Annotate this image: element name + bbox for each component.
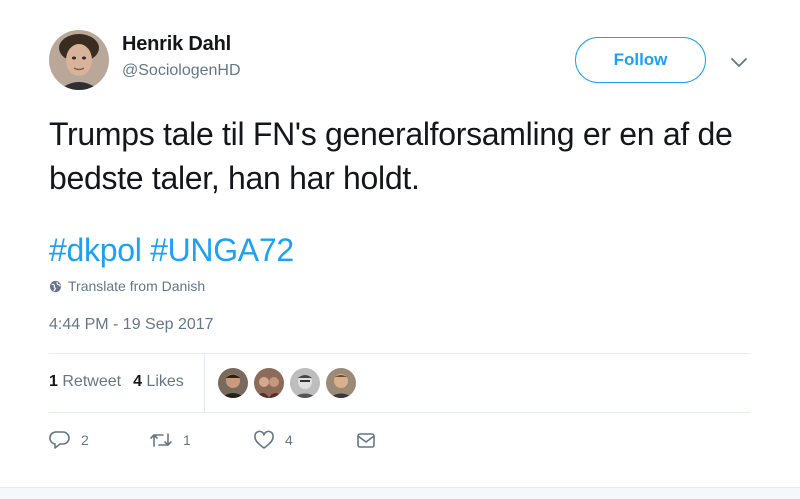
direct-message-action[interactable] bbox=[355, 430, 377, 450]
retweet-icon bbox=[150, 433, 172, 447]
retweets-label: Retweet bbox=[62, 373, 122, 390]
tweet-actions: 2 1 4 bbox=[49, 430, 377, 450]
like-count: 4 bbox=[285, 432, 293, 448]
envelope-icon bbox=[357, 433, 375, 448]
chevron-down-icon[interactable] bbox=[728, 52, 750, 72]
likes-stat[interactable]: 4 Likes bbox=[133, 373, 184, 391]
retweets-count: 1 bbox=[49, 373, 58, 390]
translate-label[interactable]: Translate from Danish bbox=[68, 278, 205, 294]
author-handle[interactable]: @SociologenHD bbox=[122, 62, 241, 80]
translate-link[interactable]: Translate from Danish bbox=[49, 278, 205, 294]
liker-avatar[interactable] bbox=[218, 368, 248, 398]
follow-button[interactable]: Follow bbox=[575, 37, 706, 83]
liker-avatar[interactable] bbox=[326, 368, 356, 398]
divider bbox=[49, 412, 750, 413]
heart-icon bbox=[254, 430, 274, 449]
liker-avatars bbox=[218, 368, 356, 398]
globe-icon bbox=[49, 280, 62, 292]
reply-action[interactable]: 2 bbox=[49, 430, 149, 450]
tweet-hashtags: #dkpol #UNGA72 bbox=[49, 228, 294, 272]
footer-bar bbox=[0, 487, 800, 499]
like-action[interactable]: 4 bbox=[253, 430, 355, 450]
tweet-card: Henrik Dahl @SociologenHD Follow Trumps … bbox=[0, 0, 800, 499]
engagement-stats: 1 Retweet 4 Likes bbox=[49, 373, 184, 391]
author-avatar[interactable] bbox=[49, 30, 109, 90]
reply-icon bbox=[49, 431, 70, 449]
divider bbox=[204, 354, 205, 412]
retweets-stat[interactable]: 1 Retweet bbox=[49, 373, 121, 391]
liker-avatar[interactable] bbox=[290, 368, 320, 398]
tweet-text: Trumps tale til FN's generalforsamling e… bbox=[49, 116, 733, 196]
liker-avatar[interactable] bbox=[254, 368, 284, 398]
likes-count: 4 bbox=[133, 373, 142, 390]
divider bbox=[49, 353, 750, 354]
reply-count: 2 bbox=[81, 432, 89, 448]
author-name[interactable]: Henrik Dahl bbox=[122, 33, 231, 56]
retweet-action[interactable]: 1 bbox=[149, 430, 253, 450]
hashtag-link[interactable]: #UNGA72 bbox=[150, 232, 294, 268]
retweet-count: 1 bbox=[183, 432, 191, 448]
hashtag-link[interactable]: #dkpol bbox=[49, 232, 142, 268]
tweet-timestamp[interactable]: 4:44 PM - 19 Sep 2017 bbox=[49, 316, 214, 334]
likes-label: Likes bbox=[146, 373, 184, 390]
